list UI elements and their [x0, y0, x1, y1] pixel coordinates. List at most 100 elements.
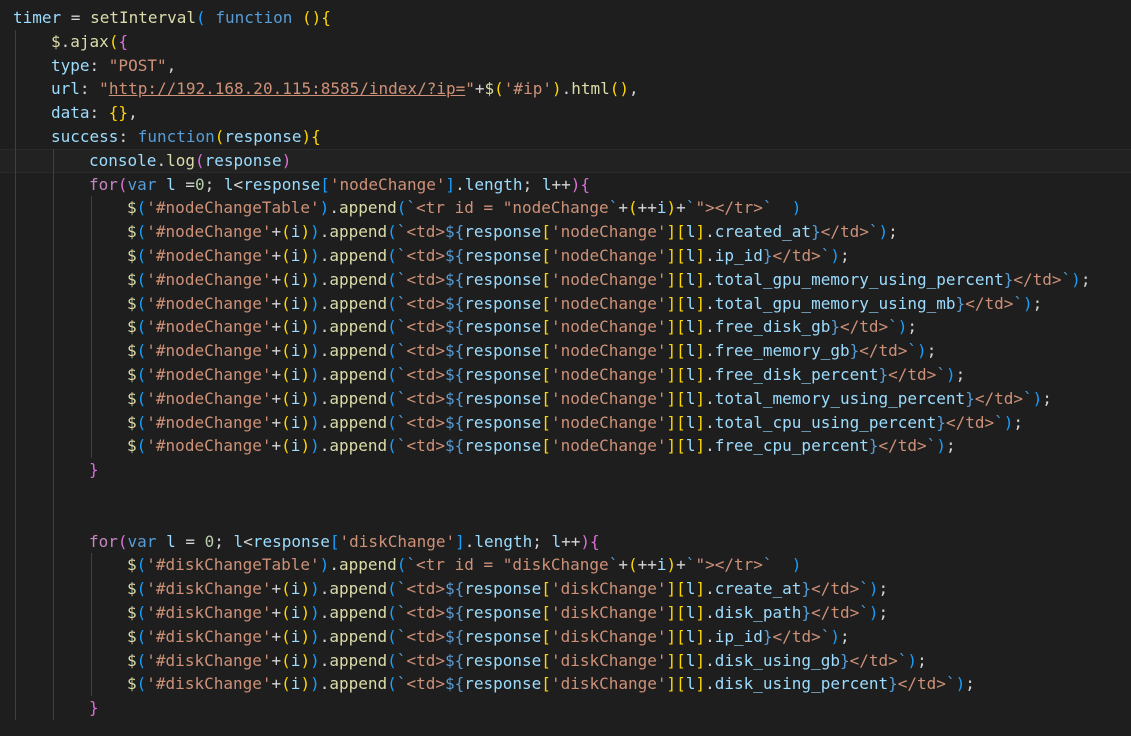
code-line[interactable]: $('#nodeChange'+(i)).append(`<td>${respo… — [0, 386, 1131, 411]
code-line[interactable] — [0, 481, 1131, 506]
code-token: ; — [917, 650, 927, 670]
code-line[interactable]: $('#diskChange'+(i)).append(`<td>${respo… — [0, 672, 1131, 697]
indent-guide — [15, 434, 16, 459]
code-line[interactable]: } — [0, 696, 1131, 720]
code-token: ; — [955, 364, 966, 384]
code-line[interactable]: $('#nodeChange'+(i)).append(`<td>${respo… — [0, 434, 1131, 459]
code-token: </td> — [1013, 269, 1062, 289]
code-line[interactable]: $('#nodeChange'+(i)).append(`<td>${respo… — [0, 315, 1131, 340]
code-token: ) — [319, 198, 330, 218]
code-line[interactable]: } — [0, 458, 1131, 482]
code-token: ${ — [444, 436, 465, 456]
code-token: l — [685, 388, 696, 408]
code-line[interactable]: timer = setInterval( function (){ — [0, 6, 1131, 30]
code-token: success — [51, 126, 119, 146]
code-token: <td> — [406, 674, 445, 694]
code-token: ( — [387, 222, 397, 242]
code-editor[interactable]: timer = setInterval( function (){$.ajax(… — [0, 0, 1131, 736]
indent-guide — [15, 291, 16, 316]
indent-guide — [53, 172, 54, 197]
code-token: } — [811, 222, 821, 242]
code-token: [ — [676, 364, 686, 384]
code-token: ( — [136, 341, 147, 361]
code-token: $ — [127, 602, 137, 622]
code-token: ( — [136, 364, 147, 384]
code-token: $ — [127, 269, 137, 289]
indent-guide — [15, 124, 16, 149]
code-token: </td> — [945, 412, 995, 432]
code-token: [ — [541, 293, 551, 313]
code-token: . — [319, 602, 330, 622]
code-token: '#nodeChangeTable' — [146, 198, 320, 218]
code-token: </td> — [897, 674, 946, 694]
code-line[interactable]: data: {}, — [0, 101, 1131, 125]
code-token: <td> — [406, 602, 445, 622]
code-line[interactable]: $('#diskChange'+(i)).append(`<td>${respo… — [0, 648, 1131, 673]
code-token: <td> — [406, 341, 445, 361]
code-line[interactable]: $('#nodeChange'+(i)).append(`<td>${respo… — [0, 243, 1131, 268]
code-line[interactable]: $('#diskChange'+(i)).append(`<td>${respo… — [0, 600, 1131, 625]
code-token: ) — [310, 602, 320, 622]
code-token: ${ — [444, 317, 465, 337]
code-token: 'nodeChange' — [329, 174, 446, 194]
code-token: i — [290, 388, 301, 408]
code-line[interactable]: for(var l = 0; l<response['diskChange'].… — [0, 529, 1131, 554]
code-line[interactable]: url: "http://192.168.20.115:8585/index/?… — [0, 77, 1131, 102]
code-token: '#nodeChange' — [146, 269, 272, 289]
code-line[interactable]: $.ajax({ — [0, 29, 1131, 54]
code-line[interactable]: $('#nodeChange'+(i)).append(`<td>${respo… — [0, 362, 1131, 387]
code-line[interactable]: $('#nodeChangeTable').append(`<tr id = "… — [0, 196, 1131, 221]
code-line[interactable]: console.log(response) — [0, 148, 1131, 173]
code-token: = — [175, 531, 205, 551]
code-token: append — [329, 674, 388, 694]
code-token: + — [618, 555, 628, 575]
code-token: [ — [676, 674, 686, 694]
code-token: } — [868, 436, 879, 456]
indent-guide — [15, 148, 16, 173]
code-line[interactable]: $('#diskChange'+(i)).append(`<td>${respo… — [0, 577, 1131, 601]
indent-guide — [15, 315, 16, 340]
code-token: ++ — [561, 531, 581, 551]
indent-guide — [15, 77, 16, 102]
code-line[interactable]: success: function(response){ — [0, 124, 1131, 149]
code-line[interactable]: $('#nodeChange'+(i)).append(`<td>${respo… — [0, 220, 1131, 244]
code-line[interactable]: $('#diskChange'+(i)).append(`<td>${respo… — [0, 624, 1131, 649]
code-line[interactable]: $('#nodeChange'+(i)).append(`<td>${respo… — [0, 267, 1131, 292]
code-token: . — [319, 650, 330, 670]
code-line[interactable]: $('#nodeChange'+(i)).append(`<td>${respo… — [0, 291, 1131, 316]
code-token: l — [685, 293, 696, 313]
indent-guide — [53, 696, 54, 720]
code-line[interactable] — [0, 505, 1131, 530]
code-token: '#nodeChange' — [146, 293, 272, 313]
code-line[interactable]: type: "POST", — [0, 53, 1131, 78]
code-token: <td> — [406, 626, 445, 646]
code-token: <td> — [406, 650, 445, 670]
code-token: l — [685, 341, 696, 361]
code-line[interactable]: $('#diskChangeTable').append(`<tr id = "… — [0, 553, 1131, 578]
code-token: l — [223, 174, 234, 194]
code-token: i — [656, 555, 667, 575]
code-token: http://192.168.20.115:8585/index/?ip= — [108, 79, 466, 99]
indent-guide — [15, 481, 16, 506]
code-token: 'diskChange' — [550, 626, 667, 646]
code-token: ] — [695, 674, 706, 694]
code-line[interactable]: for(var l =0; l<response['nodeChange'].l… — [0, 172, 1131, 197]
code-token: '#nodeChange' — [146, 341, 272, 361]
code-line[interactable]: $('#nodeChange'+(i)).append(`<td>${respo… — [0, 410, 1131, 435]
indent-guide — [53, 267, 54, 292]
code-token: $ — [484, 79, 495, 99]
code-token: ) — [868, 602, 879, 622]
indent-guide — [91, 434, 92, 459]
code-token: ( — [136, 555, 147, 575]
code-line[interactable]: $('#nodeChange'+(i)).append(`<td>${respo… — [0, 339, 1131, 363]
code-token: response — [464, 317, 542, 337]
code-token: = — [61, 8, 91, 27]
code-token: ) — [551, 79, 562, 99]
code-token: ( — [117, 531, 128, 551]
code-token: ++ — [637, 555, 657, 575]
indent-guide — [91, 600, 92, 625]
code-token: ] — [666, 222, 677, 242]
code-token: {} — [108, 103, 129, 123]
code-token: ( — [387, 388, 397, 408]
